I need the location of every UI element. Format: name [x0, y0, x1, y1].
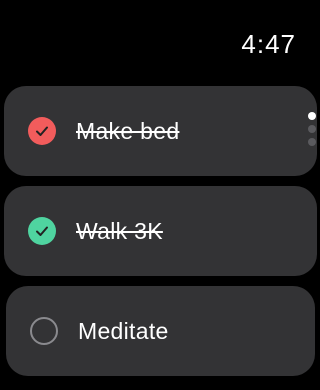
task-label: Walk 3K: [76, 217, 163, 244]
task-checkbox-checked[interactable]: [28, 217, 56, 245]
task-checkbox-unchecked[interactable]: [30, 317, 58, 345]
task-item-make-bed[interactable]: Make bed: [4, 86, 317, 176]
page-dot: [308, 138, 316, 146]
task-label: Make bed: [76, 117, 180, 144]
page-dot: [308, 125, 316, 133]
task-label: Meditate: [78, 317, 169, 344]
task-item-walk[interactable]: Walk 3K: [4, 186, 317, 276]
page-dot-active: [308, 112, 316, 120]
task-checkbox-checked[interactable]: [28, 117, 56, 145]
task-list: Make bed Walk 3K Meditate: [4, 86, 317, 386]
watch-screen: 4:47 Make bed Walk 3K Meditate: [0, 0, 320, 390]
task-item-meditate[interactable]: Meditate: [6, 286, 315, 376]
checkmark-icon: [36, 226, 48, 236]
status-time: 4:47: [241, 29, 296, 59]
page-indicator: [308, 112, 316, 151]
checkmark-icon: [36, 126, 48, 136]
